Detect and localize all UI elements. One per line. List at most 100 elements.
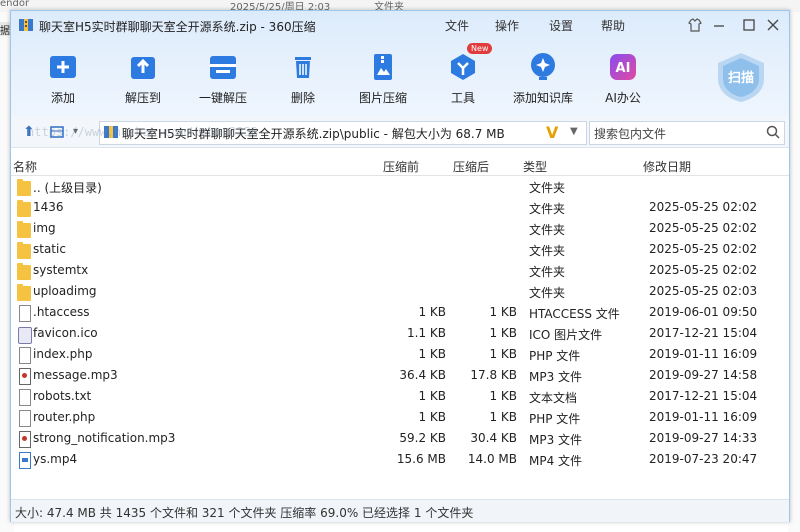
file-row[interactable]: img 文件夹 2025-05-25 02:02 — [11, 218, 789, 239]
ai-office-label: AI办公 — [605, 91, 641, 105]
zip-archive-icon — [104, 126, 118, 138]
file-row[interactable]: message.mp3 36.4 KB 17.8 KB MP3 文件 2019-09-2… — [11, 365, 789, 386]
video-file-icon — [19, 452, 31, 469]
file-name: img — [33, 221, 56, 235]
shirt-skin-icon[interactable] — [687, 17, 703, 33]
image-compress-label: 图片压缩 — [358, 91, 407, 105]
scan-button[interactable]: 扫描 — [714, 51, 768, 103]
file-type: MP3 文件 — [529, 433, 583, 447]
path-field[interactable]: 聊天室H5实时群聊聊天室全开源系统.zip\public - 解包大小为 68.… — [99, 121, 587, 145]
window-header: 聊天室H5实时群聊聊天室全开源系统.zip - 360压缩 文件 操作 设置 帮… — [11, 11, 789, 117]
column-original-size[interactable]: 压缩后 — [453, 158, 489, 175]
file-type: MP3 文件 — [529, 370, 583, 384]
file-row[interactable]: .htaccess 1 KB 1 KB HTACCESS 文件 2019-06-01 0… — [11, 302, 789, 323]
file-date: 2019-01-11 16:09 — [649, 410, 758, 424]
column-compressed-size[interactable]: 压缩前 — [383, 158, 419, 175]
file-row[interactable]: uploadimg 文件夹 2025-05-25 02:03 — [11, 281, 789, 302]
file-type: 文件夹 — [529, 202, 566, 216]
file-row[interactable]: index.php 1 KB 1 KB PHP 文件 2019-01-11 16:09 — [11, 344, 789, 365]
search-placeholder: 搜索包内文件 — [594, 127, 667, 141]
background-text-left: endor — [0, 0, 30, 9]
audio-file-icon — [19, 368, 31, 385]
up-arrow-icon[interactable]: ⬆ — [23, 124, 39, 140]
address-bar-row: ⬆ ▾ 聊天室H5实时群聊聊天室全开源系统.zip\public - 解包大小为… — [11, 117, 789, 148]
knowledge-base-button[interactable]: 添加知识库 — [513, 49, 573, 109]
minimize-icon[interactable] — [711, 17, 727, 33]
tools-icon — [451, 54, 475, 80]
file-name: uploadimg — [33, 284, 97, 298]
search-icon[interactable] — [766, 125, 780, 139]
column-name[interactable]: 名称 — [13, 158, 37, 175]
path-dropdown-icon[interactable]: ▼ — [570, 126, 578, 137]
column-header: 名称 压缩前 压缩后 类型 修改日期 — [11, 155, 789, 176]
file-compressed-size: 1 KB — [418, 347, 446, 361]
file-type: 文件夹 — [529, 265, 566, 279]
knowledge-base-icon — [531, 53, 555, 80]
file-row[interactable]: systemtx 文件夹 2025-05-25 02:02 — [11, 260, 789, 281]
file-row[interactable]: static 文件夹 2025-05-25 02:02 — [11, 239, 789, 260]
v-logo-icon[interactable]: V — [546, 123, 558, 142]
file-date: 2019-07-23 20:47 — [649, 452, 758, 466]
svg-text:AI: AI — [616, 61, 631, 76]
folder-icon — [17, 263, 31, 280]
file-row[interactable]: ys.mp4 15.6 MB 14.0 MB MP4 文件 2019-07-23 20:… — [11, 449, 789, 470]
menu-help[interactable]: 帮助 — [601, 17, 625, 34]
tools-label: 工具 — [450, 91, 475, 105]
file-date: 2025-05-25 02:02 — [649, 242, 758, 256]
delete-icon — [295, 57, 311, 78]
file-type: 文件夹 — [529, 286, 566, 300]
file-icon — [19, 305, 31, 322]
delete-button[interactable]: 删除 — [273, 49, 333, 109]
search-input[interactable]: 搜索包内文件 — [589, 121, 785, 145]
file-row[interactable]: robots.txt 1 KB 1 KB 文本文档 2017-12-21 15:04 — [11, 386, 789, 407]
file-date: 2025-05-25 02:03 — [649, 284, 758, 298]
file-row[interactable]: .. (上级目录) 文件夹 — [11, 176, 789, 197]
view-mode-icon[interactable] — [49, 124, 65, 140]
ai-office-button[interactable]: AI AI办公 — [593, 49, 653, 109]
file-row[interactable]: router.php 1 KB 1 KB PHP 文件 2019-01-11 16:09 — [11, 407, 789, 428]
dropdown-chevron-icon[interactable]: ▾ — [73, 124, 89, 140]
menu-settings[interactable]: 设置 — [549, 17, 573, 34]
file-type: 文件夹 — [529, 223, 566, 237]
file-date: 2017-12-21 15:04 — [649, 389, 758, 403]
image-file-icon — [18, 327, 32, 344]
close-icon[interactable] — [765, 17, 781, 33]
menu-operation[interactable]: 操作 — [495, 17, 519, 34]
menu-file[interactable]: 文件 — [445, 17, 469, 34]
folder-icon — [17, 242, 31, 259]
file-compressed-size: 36.4 KB — [399, 368, 446, 382]
file-compressed-size: 1 KB — [418, 305, 446, 319]
tools-button[interactable]: New 工具 — [433, 43, 493, 109]
file-original-size: 30.4 KB — [470, 431, 517, 445]
one-click-extract-button[interactable]: 一键解压 — [193, 49, 253, 109]
one-click-extract-icon — [210, 56, 236, 79]
add-icon — [50, 56, 76, 78]
file-type: 文本文档 — [529, 391, 578, 405]
folder-icon — [17, 221, 31, 238]
file-row[interactable]: favicon.ico 1.1 KB 1 KB ICO 图片文件 2017-12-21 … — [11, 323, 789, 344]
zip-archive-icon — [19, 19, 33, 31]
column-modified-date[interactable]: 修改日期 — [643, 158, 691, 175]
file-date: 2019-09-27 14:58 — [649, 368, 758, 382]
file-compressed-size: 1 KB — [418, 410, 446, 424]
file-date: 2019-01-11 16:09 — [649, 347, 758, 361]
new-badge: New — [467, 43, 493, 54]
window-title: 聊天室H5实时群聊聊天室全开源系统.zip - 360压缩 — [39, 20, 316, 34]
extract-to-button[interactable]: 解压到 — [113, 49, 173, 109]
file-date: 2019-09-27 14:33 — [649, 431, 758, 445]
file-row[interactable]: 1436 文件夹 2025-05-25 02:02 — [11, 197, 789, 218]
file-date: 2017-12-21 15:04 — [649, 326, 758, 340]
column-type[interactable]: 类型 — [523, 158, 547, 175]
file-name: .. (上级目录) — [33, 181, 102, 195]
extract-to-icon — [131, 57, 155, 79]
file-row[interactable]: strong_notification.mp3 59.2 KB 30.4 KB MP3… — [11, 428, 789, 449]
status-text: 大小: 47.4 MB 共 1435 个文件和 321 个文件夹 压缩率 69.… — [15, 506, 474, 520]
file-compressed-size: 15.6 MB — [396, 452, 446, 466]
title-bar[interactable]: 聊天室H5实时群聊聊天室全开源系统.zip - 360压缩 文件 操作 设置 帮… — [11, 11, 789, 39]
image-compress-button[interactable]: 图片压缩 — [353, 49, 413, 109]
file-compressed-size: 59.2 KB — [399, 431, 446, 445]
add-button[interactable]: 添加 — [33, 49, 93, 109]
extract-to-label: 解压到 — [124, 91, 161, 105]
file-icon — [19, 389, 31, 406]
maximize-icon[interactable] — [741, 17, 757, 33]
